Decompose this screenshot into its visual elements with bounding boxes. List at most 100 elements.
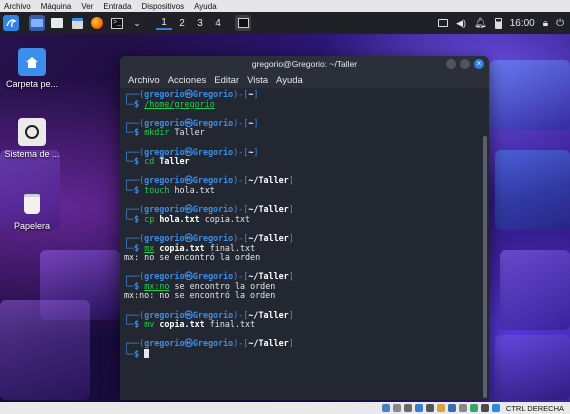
terminal-launcher-icon[interactable]: >_	[109, 15, 125, 31]
menu-vista[interactable]: Vista	[247, 75, 268, 86]
terminal-titlebar[interactable]: gregorio@Gregorio: ~/Taller ×	[120, 56, 489, 72]
command-output: mx: no se encontró la orden	[124, 252, 261, 263]
host-menu-archivo[interactable]: Archivo	[0, 2, 37, 11]
command-arg: copia.txt	[154, 242, 205, 253]
vm-host-menubar: Archivo Máquina Ver Entrada Dispositivos…	[0, 0, 570, 12]
usb-icon[interactable]	[425, 404, 434, 412]
close-button[interactable]: ×	[474, 59, 484, 69]
prompt-frame: └─	[124, 319, 135, 330]
terminal-window[interactable]: gregorio@Gregorio: ~/Taller × Archivo Ac…	[120, 56, 489, 400]
trash-icon	[18, 190, 46, 218]
prompt-frame: ┌──(	[124, 89, 145, 99]
cpu-icon[interactable]	[469, 404, 478, 412]
host-menu-ayuda[interactable]: Ayuda	[190, 2, 223, 11]
menu-acciones[interactable]: Acciones	[168, 75, 207, 86]
prompt-user-host: gregorio㉿Gregorio	[144, 204, 234, 215]
prompt-frame: )-[	[233, 204, 249, 215]
command-name: cd	[144, 156, 155, 167]
file-manager-icon[interactable]	[49, 15, 65, 31]
workspace-3[interactable]: 3	[192, 18, 208, 29]
recording-icon[interactable]	[458, 404, 467, 412]
command-line: └─$ touch hola.txt	[124, 184, 481, 196]
prompt-frame: ┌──(	[124, 232, 145, 243]
command-arg: hola.txt	[169, 184, 215, 195]
prompt-user-host: gregorio㉿Gregorio	[144, 89, 234, 99]
command-arg: Taller	[154, 156, 190, 167]
prompt-frame: └─	[124, 184, 135, 195]
maximize-button[interactable]	[460, 59, 470, 69]
command-line: └─$	[124, 349, 481, 359]
prompt-user-host: gregorio㉿Gregorio	[144, 232, 234, 243]
prompt-frame: ┌──(	[124, 117, 145, 128]
command-line: └─$ cd Taller	[124, 156, 481, 167]
power-icon[interactable]: ⏻	[556, 18, 564, 29]
firefox-icon[interactable]	[89, 15, 105, 31]
desktop-icon-home[interactable]: Carpeta pe...	[0, 48, 64, 89]
optical-drive-icon[interactable]	[392, 404, 401, 412]
terminal-output[interactable]: ┌──(gregorio㉿Gregorio)-[~] └─$ /home/greg…	[120, 88, 481, 400]
prompt-frame: ]	[288, 271, 294, 282]
mouse-integration-icon[interactable]	[480, 404, 489, 412]
menu-editar[interactable]: Editar	[214, 75, 239, 86]
prompt-user-host: gregorio㉿Gregorio	[144, 175, 234, 186]
prompt-path: ~/Taller	[248, 204, 289, 215]
menu-ayuda[interactable]: Ayuda	[276, 75, 303, 86]
host-menu-entrada[interactable]: Entrada	[99, 2, 137, 11]
prompt-symbol: $	[134, 349, 145, 360]
prompt-symbol: $	[134, 319, 145, 330]
minimize-button[interactable]	[446, 59, 456, 69]
terminal-menubar: Archivo Acciones Editar Vista Ayuda	[120, 72, 489, 88]
prompt-frame: )-[	[233, 309, 249, 320]
show-desktop-icon[interactable]	[29, 15, 45, 31]
workspace-2[interactable]: 2	[174, 18, 190, 29]
taskbar-terminal-window[interactable]	[235, 15, 251, 31]
command-output: mx:no: no se encontró la orden	[124, 290, 276, 301]
clock[interactable]: 16:00	[510, 18, 535, 29]
host-menu-maquina[interactable]: Máquina	[37, 2, 78, 11]
host-menu-dispositivos[interactable]: Dispositivos	[137, 2, 190, 11]
keyboard-icon[interactable]	[491, 404, 500, 412]
host-menu-ver[interactable]: Ver	[77, 2, 99, 11]
text-editor-icon[interactable]	[69, 15, 85, 31]
kali-menu-icon[interactable]	[3, 15, 19, 31]
prompt-symbol: $	[134, 156, 145, 167]
menu-archivo[interactable]: Archivo	[128, 75, 160, 86]
desktop-icon-trash[interactable]: Papelera	[0, 190, 64, 231]
desktop-icon-label: Sistema de ...	[4, 149, 60, 159]
prompt-user-host: gregorio㉿Gregorio	[144, 338, 234, 349]
prompt-symbol: $	[134, 98, 145, 109]
desktop-icon-filesystem[interactable]: Sistema de ...	[0, 118, 64, 159]
prompt-symbol: $	[134, 127, 145, 138]
home-folder-icon	[18, 48, 46, 76]
command-arg: final.txt	[204, 319, 256, 330]
workspace-1[interactable]: 1	[156, 17, 172, 30]
terminal-scrollbar[interactable]	[483, 136, 487, 398]
shared-folders-icon[interactable]	[436, 404, 445, 412]
top-panel: >_ ⌄ 1 2 3 4 ◀) 🔔︎ 16:00 🔒︎ ⏻	[0, 12, 570, 34]
prompt-frame: ]	[288, 309, 294, 320]
battery-icon[interactable]	[494, 17, 502, 29]
command-line: └─$ mkdir Taller	[124, 128, 481, 138]
workspace-4[interactable]: 4	[210, 18, 226, 29]
prompt-frame: ┌──(	[124, 309, 145, 320]
command-line: └─$ mv copia.txt final.txt	[124, 319, 481, 330]
notifications-icon[interactable]: 🔔︎	[474, 18, 487, 29]
display-icon[interactable]	[438, 19, 449, 27]
prompt-frame: └─	[124, 213, 135, 224]
prompt-frame: )-[	[233, 338, 249, 349]
lock-icon[interactable]: 🔒︎	[543, 18, 548, 29]
prompt-frame: )-[	[233, 117, 249, 128]
filesystem-icon	[18, 118, 46, 146]
host-key-label: CTRL DERECHA	[505, 403, 564, 413]
command-name: mx	[144, 242, 155, 253]
command-arg: se encontro la orden	[169, 280, 276, 291]
audio-icon[interactable]	[403, 404, 412, 412]
display-settings-icon[interactable]	[447, 404, 456, 412]
prompt-frame: )-[	[233, 146, 249, 157]
prompt-frame: ┌──(	[124, 338, 145, 349]
hdd-icon[interactable]	[381, 404, 390, 412]
volume-icon[interactable]: ◀)	[456, 18, 466, 29]
network-icon[interactable]	[414, 404, 423, 412]
chevron-down-icon[interactable]: ⌄	[129, 15, 145, 31]
terminal-cursor	[144, 349, 150, 359]
